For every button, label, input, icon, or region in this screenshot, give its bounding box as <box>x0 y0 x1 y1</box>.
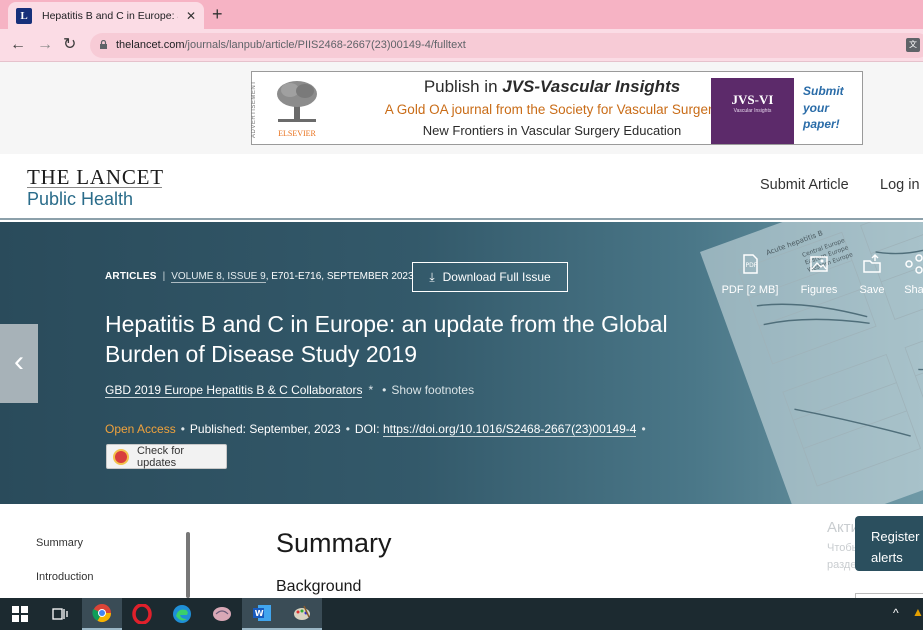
taskbar-opera[interactable] <box>122 598 162 630</box>
lock-icon <box>100 40 107 49</box>
toc-scrollbar[interactable] <box>186 532 190 598</box>
svg-text:W: W <box>255 609 264 618</box>
ad-headline: Publish in JVS-Vascular Insights <box>423 77 681 96</box>
lancet-favicon-icon: L <box>16 7 32 24</box>
login-link[interactable]: Log in <box>880 177 920 193</box>
svg-text:PDF: PDF <box>746 262 758 269</box>
chrome-icon <box>92 604 111 623</box>
task-view-icon <box>52 608 68 620</box>
cover-title: JVS-VI <box>731 92 774 107</box>
back-arrow-icon[interactable]: ← <box>10 36 26 54</box>
new-tab-icon[interactable]: + <box>212 4 223 25</box>
background-heading: Background <box>276 578 362 595</box>
pages-date: , E701-E716, SEPTEMBER 2023 <box>265 271 414 282</box>
word-icon: W <box>253 605 271 621</box>
chevron-left-icon: ‹ <box>14 345 24 378</box>
article-hero: Acute hepatitis B Central Europe Eastern… <box>0 222 923 504</box>
image-icon <box>810 256 828 272</box>
save-folder-icon <box>863 254 881 273</box>
previous-article-button[interactable]: ‹ <box>0 324 38 403</box>
pdf-tool[interactable]: PDF PDF [2 MB] <box>720 254 780 296</box>
brain-app-icon <box>213 607 231 621</box>
doi-link[interactable]: https://doi.org/10.1016/S2468-2667(23)00… <box>382 422 637 437</box>
translate-icon[interactable]: 文 <box>906 38 920 52</box>
volume-link[interactable]: VOLUME 8, ISSUE 9 <box>171 271 266 283</box>
ad-band: ADVERTISEMENT ELSEVIER Publish in JVS-Va… <box>0 62 923 154</box>
taskbar-app-brain[interactable] <box>202 598 242 630</box>
browser-tab[interactable]: L Hepatitis B and C in Europe: an u ✕ <box>8 2 204 29</box>
ad-tagline: New Frontiers in Vascular Surgery Educat… <box>422 123 682 138</box>
authors-link[interactable]: GBD 2019 Europe Hepatitis B & C Collabor… <box>105 383 363 398</box>
browser-toolbar: ← → ↻ thelancet.com/journals/lanpub/arti… <box>0 29 923 62</box>
toc-item-summary[interactable]: Summary <box>36 537 83 549</box>
save-tool[interactable]: Save <box>856 254 888 296</box>
article-section: ARTICLES <box>105 271 157 282</box>
download-full-issue-button[interactable]: ⤓ Download Full Issue <box>412 262 568 292</box>
forward-arrow-icon[interactable]: → <box>37 36 53 54</box>
elsevier-tree-icon <box>277 81 317 122</box>
taskbar-chrome[interactable] <box>82 598 122 630</box>
download-icon: ⤓ <box>429 269 435 284</box>
reload-icon[interactable]: ↻ <box>63 36 76 54</box>
taskbar-edge[interactable] <box>162 598 202 630</box>
tray-warning-icon[interactable]: ▲ <box>912 605 923 621</box>
paint-app-icon <box>294 605 310 620</box>
advertisement-banner[interactable]: ADVERTISEMENT ELSEVIER Publish in JVS-Va… <box>251 71 863 145</box>
article-meta: ARTICLES | VOLUME 8, ISSUE 9, E701-E716, S… <box>105 271 414 283</box>
article-content: Summary Introduction Summary Background … <box>0 504 923 601</box>
journal-header: THE LANCET Public Health Submit Article … <box>0 154 923 220</box>
publication-row: Open Access • Published: September, 2023 • D… <box>105 422 646 437</box>
browser-tab-strip: L Hepatitis B and C in Europe: an u ✕ + <box>0 0 923 29</box>
close-tab-icon[interactable]: ✕ <box>186 9 196 23</box>
edge-icon <box>173 605 191 623</box>
ad-cta[interactable]: Submit your paper! <box>803 83 859 133</box>
tab-title: Hepatitis B and C in Europe: an u <box>42 9 178 22</box>
share-icon <box>905 254 923 274</box>
show-footnotes-link[interactable]: Show footnotes <box>391 383 474 397</box>
open-access-badge: Open Access <box>105 422 176 436</box>
journal-name[interactable]: Public Health <box>27 189 133 210</box>
elsevier-name: ELSEVIER <box>278 129 316 138</box>
share-tool[interactable]: Sha <box>902 254 923 296</box>
windows-logo-icon <box>12 606 28 622</box>
windows-taskbar: W ^ ▲ <box>0 598 923 630</box>
opera-icon <box>132 604 152 624</box>
author-line: GBD 2019 Europe Hepatitis B & C Collabor… <box>105 383 475 398</box>
pdf-icon: PDF <box>743 254 758 274</box>
summary-heading: Summary <box>276 528 392 558</box>
elsevier-logo: ELSEVIER <box>272 78 322 138</box>
tray-chevron-up-icon[interactable]: ^ <box>893 606 899 620</box>
submit-article-link[interactable]: Submit Article <box>760 177 849 193</box>
figures-tool[interactable]: Figures <box>797 254 841 296</box>
start-button[interactable] <box>0 598 40 630</box>
article-title: Hepatitis B and C in Europe: an update f… <box>105 311 668 367</box>
published-date: September, 2023 <box>249 422 341 436</box>
journal-cover: JVS-VI Vascular Insights <box>711 78 794 144</box>
check-for-updates-button[interactable]: Check for updates <box>106 444 227 469</box>
task-view-button[interactable] <box>40 598 80 630</box>
author-mark: * <box>368 383 374 397</box>
taskbar-word[interactable]: W <box>242 598 282 630</box>
address-bar[interactable]: thelancet.com/journals/lanpub/article/PI… <box>90 33 923 58</box>
ad-subheadline: A Gold OA journal from the Society for V… <box>384 102 720 117</box>
register-alerts-button[interactable]: Register alerts <box>855 516 923 571</box>
url-text: thelancet.com/journals/lanpub/article/PI… <box>116 39 466 51</box>
toc-item-introduction[interactable]: Introduction <box>36 571 93 583</box>
advertisement-label: ADVERTISEMENT <box>251 80 257 138</box>
taskbar-app-paint[interactable] <box>282 598 322 630</box>
crossmark-icon <box>113 448 129 465</box>
logo-divider <box>27 187 162 188</box>
cover-subtitle: Vascular Insights <box>733 108 772 114</box>
